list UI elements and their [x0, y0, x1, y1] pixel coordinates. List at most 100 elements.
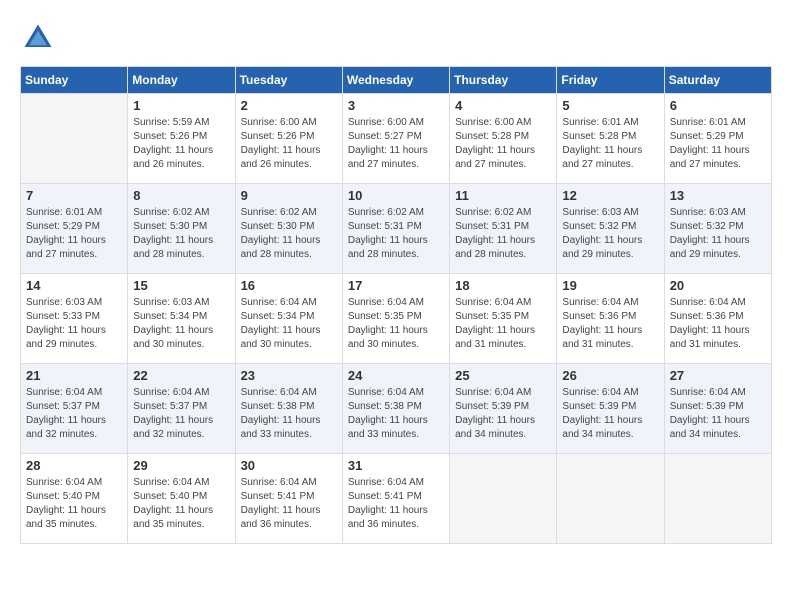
calendar-cell: 20 Sunrise: 6:04 AM Sunset: 5:36 PM Dayli…: [664, 274, 771, 364]
day-number: 17: [348, 278, 444, 293]
calendar-cell: 6 Sunrise: 6:01 AM Sunset: 5:29 PM Daylig…: [664, 94, 771, 184]
calendar-cell: 1 Sunrise: 5:59 AM Sunset: 5:26 PM Daylig…: [128, 94, 235, 184]
calendar-cell: 25 Sunrise: 6:04 AM Sunset: 5:39 PM Dayli…: [450, 364, 557, 454]
day-number: 21: [26, 368, 122, 383]
day-info: Sunrise: 6:04 AM Sunset: 5:36 PM Dayligh…: [670, 296, 766, 352]
calendar-cell: 4Sunrise: 6:00 AM Sunset: 5:28 PM Daylig…: [450, 94, 557, 184]
day-info: Sunrise: 6:01 AM Sunset: 5:29 PM Dayligh…: [670, 116, 766, 172]
calendar-week-row: 28Sunrise: 6:04 AM Sunset: 5:40 PM Dayli…: [21, 454, 772, 544]
day-info: Sunrise: 6:04 AM Sunset: 5:40 PM Dayligh…: [133, 476, 229, 532]
day-info: Sunrise: 6:03 AM Sunset: 5:34 PM Dayligh…: [133, 296, 229, 352]
calendar-cell: 2Sunrise: 6:00 AM Sunset: 5:26 PM Daylig…: [235, 94, 342, 184]
day-info: Sunrise: 6:02 AM Sunset: 5:31 PM Dayligh…: [348, 206, 444, 262]
calendar-cell: 13Sunrise: 6:03 AM Sunset: 5:32 PM Dayli…: [664, 184, 771, 274]
day-info: Sunrise: 6:03 AM Sunset: 5:32 PM Dayligh…: [670, 206, 766, 262]
calendar-cell: 24 Sunrise: 6:04 AM Sunset: 5:38 PM Dayli…: [342, 364, 449, 454]
calendar-cell: 23Sunrise: 6:04 AM Sunset: 5:38 PM Dayli…: [235, 364, 342, 454]
calendar-cell: [21, 94, 128, 184]
day-info: Sunrise: 6:04 AM Sunset: 5:35 PM Dayligh…: [348, 296, 444, 352]
day-info: Sunrise: 6:04 AM Sunset: 5:39 PM Dayligh…: [455, 386, 551, 442]
day-info: Sunrise: 6:00 AM Sunset: 5:28 PM Dayligh…: [455, 116, 551, 172]
calendar-cell: 9 Sunrise: 6:02 AM Sunset: 5:30 PM Daylig…: [235, 184, 342, 274]
calendar-cell: 27 Sunrise: 6:04 AM Sunset: 5:39 PM Dayli…: [664, 364, 771, 454]
calendar-cell: [557, 454, 664, 544]
day-number: 16: [241, 278, 337, 293]
day-info: Sunrise: 6:04 AM Sunset: 5:37 PM Dayligh…: [133, 386, 229, 442]
page-header: [20, 20, 772, 56]
logo-icon: [20, 20, 56, 56]
day-info: Sunrise: 6:04 AM Sunset: 5:37 PM Dayligh…: [26, 386, 122, 442]
day-number: 22: [133, 368, 229, 383]
day-number: 5: [562, 98, 658, 113]
calendar-table: SundayMondayTuesdayWednesdayThursdayFrid…: [20, 66, 772, 544]
day-number: 19: [562, 278, 658, 293]
day-info: Sunrise: 5:59 AM Sunset: 5:26 PM Dayligh…: [133, 116, 229, 172]
day-number: 15: [133, 278, 229, 293]
calendar-header-saturday: Saturday: [664, 67, 771, 94]
calendar-cell: 21 Sunrise: 6:04 AM Sunset: 5:37 PM Dayli…: [21, 364, 128, 454]
day-info: Sunrise: 6:03 AM Sunset: 5:33 PM Dayligh…: [26, 296, 122, 352]
day-number: 24: [348, 368, 444, 383]
day-info: Sunrise: 6:04 AM Sunset: 5:41 PM Dayligh…: [348, 476, 444, 532]
day-number: 29: [133, 458, 229, 473]
day-info: Sunrise: 6:04 AM Sunset: 5:34 PM Dayligh…: [241, 296, 337, 352]
calendar-cell: 16 Sunrise: 6:04 AM Sunset: 5:34 PM Dayli…: [235, 274, 342, 364]
day-info: Sunrise: 6:01 AM Sunset: 5:28 PM Dayligh…: [562, 116, 658, 172]
day-info: Sunrise: 6:04 AM Sunset: 5:36 PM Dayligh…: [562, 296, 658, 352]
calendar-cell: 17 Sunrise: 6:04 AM Sunset: 5:35 PM Dayli…: [342, 274, 449, 364]
logo: [20, 20, 62, 56]
calendar-cell: 29 Sunrise: 6:04 AM Sunset: 5:40 PM Dayli…: [128, 454, 235, 544]
day-info: Sunrise: 6:00 AM Sunset: 5:26 PM Dayligh…: [241, 116, 337, 172]
day-number: 7: [26, 188, 122, 203]
calendar-cell: 26Sunrise: 6:04 AM Sunset: 5:39 PM Dayli…: [557, 364, 664, 454]
day-info: Sunrise: 6:04 AM Sunset: 5:35 PM Dayligh…: [455, 296, 551, 352]
day-info: Sunrise: 6:04 AM Sunset: 5:40 PM Dayligh…: [26, 476, 122, 532]
day-number: 9: [241, 188, 337, 203]
day-info: Sunrise: 6:04 AM Sunset: 5:38 PM Dayligh…: [348, 386, 444, 442]
calendar-header-friday: Friday: [557, 67, 664, 94]
day-number: 6: [670, 98, 766, 113]
day-info: Sunrise: 6:02 AM Sunset: 5:31 PM Dayligh…: [455, 206, 551, 262]
day-number: 31: [348, 458, 444, 473]
calendar-week-row: 14 Sunrise: 6:03 AM Sunset: 5:33 PM Dayli…: [21, 274, 772, 364]
day-number: 1: [133, 98, 229, 113]
day-number: 20: [670, 278, 766, 293]
day-info: Sunrise: 6:01 AM Sunset: 5:29 PM Dayligh…: [26, 206, 122, 262]
calendar-cell: 7 Sunrise: 6:01 AM Sunset: 5:29 PM Daylig…: [21, 184, 128, 274]
calendar-cell: 30Sunrise: 6:04 AM Sunset: 5:41 PM Dayli…: [235, 454, 342, 544]
calendar-cell: 15 Sunrise: 6:03 AM Sunset: 5:34 PM Dayli…: [128, 274, 235, 364]
calendar-cell: [450, 454, 557, 544]
calendar-week-row: 7 Sunrise: 6:01 AM Sunset: 5:29 PM Daylig…: [21, 184, 772, 274]
day-info: Sunrise: 6:04 AM Sunset: 5:39 PM Dayligh…: [562, 386, 658, 442]
day-info: Sunrise: 6:04 AM Sunset: 5:38 PM Dayligh…: [241, 386, 337, 442]
day-number: 10: [348, 188, 444, 203]
calendar-cell: 8 Sunrise: 6:02 AM Sunset: 5:30 PM Daylig…: [128, 184, 235, 274]
day-number: 8: [133, 188, 229, 203]
day-info: Sunrise: 6:04 AM Sunset: 5:39 PM Dayligh…: [670, 386, 766, 442]
day-number: 12: [562, 188, 658, 203]
calendar-header-tuesday: Tuesday: [235, 67, 342, 94]
calendar-cell: 10 Sunrise: 6:02 AM Sunset: 5:31 PM Dayli…: [342, 184, 449, 274]
day-info: Sunrise: 6:02 AM Sunset: 5:30 PM Dayligh…: [133, 206, 229, 262]
calendar-cell: 22 Sunrise: 6:04 AM Sunset: 5:37 PM Dayli…: [128, 364, 235, 454]
calendar-header-sunday: Sunday: [21, 67, 128, 94]
calendar-cell: 18 Sunrise: 6:04 AM Sunset: 5:35 PM Dayli…: [450, 274, 557, 364]
day-info: Sunrise: 6:02 AM Sunset: 5:30 PM Dayligh…: [241, 206, 337, 262]
calendar-week-row: 21 Sunrise: 6:04 AM Sunset: 5:37 PM Dayli…: [21, 364, 772, 454]
day-number: 18: [455, 278, 551, 293]
calendar-cell: 11 Sunrise: 6:02 AM Sunset: 5:31 PM Dayli…: [450, 184, 557, 274]
day-info: Sunrise: 6:03 AM Sunset: 5:32 PM Dayligh…: [562, 206, 658, 262]
calendar-header-row: SundayMondayTuesdayWednesdayThursdayFrid…: [21, 67, 772, 94]
calendar-cell: 12 Sunrise: 6:03 AM Sunset: 5:32 PM Dayli…: [557, 184, 664, 274]
day-number: 27: [670, 368, 766, 383]
calendar-cell: 19 Sunrise: 6:04 AM Sunset: 5:36 PM Dayli…: [557, 274, 664, 364]
calendar-header-thursday: Thursday: [450, 67, 557, 94]
day-number: 14: [26, 278, 122, 293]
day-info: Sunrise: 6:00 AM Sunset: 5:27 PM Dayligh…: [348, 116, 444, 172]
day-number: 11: [455, 188, 551, 203]
calendar-week-row: 1 Sunrise: 5:59 AM Sunset: 5:26 PM Daylig…: [21, 94, 772, 184]
day-info: Sunrise: 6:04 AM Sunset: 5:41 PM Dayligh…: [241, 476, 337, 532]
calendar-header-monday: Monday: [128, 67, 235, 94]
calendar-cell: 14 Sunrise: 6:03 AM Sunset: 5:33 PM Dayli…: [21, 274, 128, 364]
day-number: 25: [455, 368, 551, 383]
